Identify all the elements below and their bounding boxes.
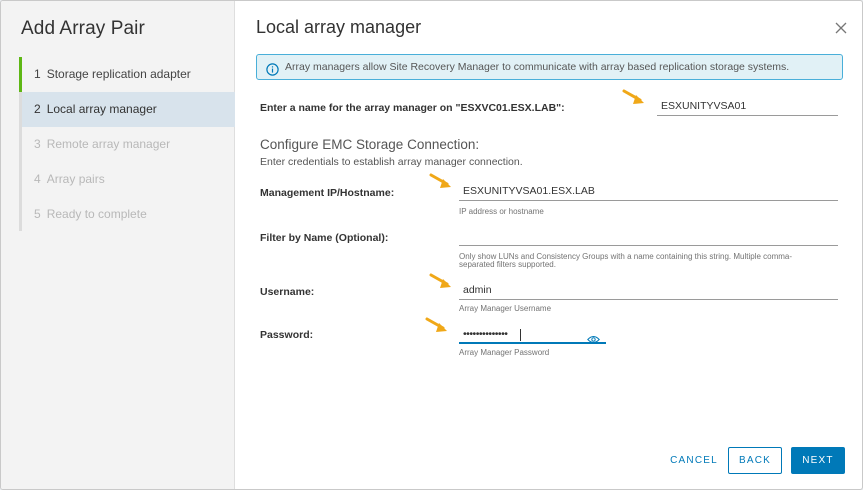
back-button[interactable]: BACK <box>728 447 782 474</box>
wizard-title: Add Array Pair <box>21 18 145 39</box>
array-manager-name-label: Enter a name for the array manager on "E… <box>260 102 565 114</box>
section-title: Configure EMC Storage Connection: <box>260 137 480 152</box>
arrow-pointer-icon <box>429 173 455 191</box>
info-text: Array managers allow Site Recovery Manag… <box>285 61 790 73</box>
step-label: Ready to complete <box>46 207 147 221</box>
username-helper: Array Manager Username <box>459 304 552 313</box>
step-number: 1 <box>34 67 41 81</box>
step-label: Remote array manager <box>46 137 171 151</box>
info-icon <box>266 61 279 76</box>
step-label: Storage replication adapter <box>46 67 191 81</box>
step-remote-array-manager: 3 Remote array manager <box>19 127 235 162</box>
step-number: 5 <box>34 207 41 221</box>
step-number: 2 <box>34 102 41 116</box>
step-number: 4 <box>34 172 41 186</box>
step-label: Local array manager <box>46 102 157 116</box>
filter-helper-line2: separated filters supported. <box>459 260 556 269</box>
management-ip-field[interactable]: ESXUNITYVSA01.ESX.LAB <box>459 183 838 201</box>
step-local-array-manager[interactable]: 2 Local array manager <box>22 92 235 127</box>
add-array-pair-dialog: Add Array Pair 1 Storage replication adap… <box>0 0 863 490</box>
close-icon[interactable] <box>834 21 848 35</box>
arrow-pointer-icon <box>622 89 648 107</box>
step-array-pairs: 4 Array pairs <box>19 162 235 197</box>
password-field[interactable]: •••••••••••••• <box>459 326 606 344</box>
wizard-sidebar: Add Array Pair 1 Storage replication adap… <box>1 1 235 489</box>
eye-icon[interactable] <box>587 331 600 343</box>
password-label: Password: <box>260 329 314 341</box>
step-ready-to-complete: 5 Ready to complete <box>19 197 235 232</box>
password-helper: Array Manager Password <box>459 348 550 357</box>
step-number: 3 <box>34 137 41 151</box>
page-title: Local array manager <box>256 17 422 37</box>
username-label: Username: <box>260 286 315 298</box>
management-ip-helper: IP address or hostname <box>459 207 544 216</box>
step-storage-replication-adapter[interactable]: 1 Storage replication adapter <box>19 57 235 92</box>
management-ip-label: Management IP/Hostname: <box>260 187 395 199</box>
cancel-button[interactable]: CANCEL <box>668 447 720 474</box>
username-field[interactable]: admin <box>459 282 838 300</box>
wizard-steps: 1 Storage replication adapter 2 Local arra… <box>19 57 235 232</box>
arrow-pointer-icon <box>429 273 455 291</box>
section-subtitle: Enter credentials to establish array man… <box>260 156 523 168</box>
filter-by-name-label: Filter by Name (Optional): <box>260 232 389 244</box>
step-label: Array pairs <box>46 172 105 186</box>
wizard-content: Local array manager Array managers allow… <box>236 1 862 489</box>
filter-by-name-field[interactable] <box>459 228 838 246</box>
arrow-pointer-icon <box>425 317 451 335</box>
text-cursor <box>520 329 521 341</box>
array-manager-name-field[interactable]: ESXUNITYVSA01 <box>657 98 838 116</box>
next-button[interactable]: NEXT <box>791 447 845 474</box>
info-banner: Array managers allow Site Recovery Manag… <box>256 54 843 80</box>
